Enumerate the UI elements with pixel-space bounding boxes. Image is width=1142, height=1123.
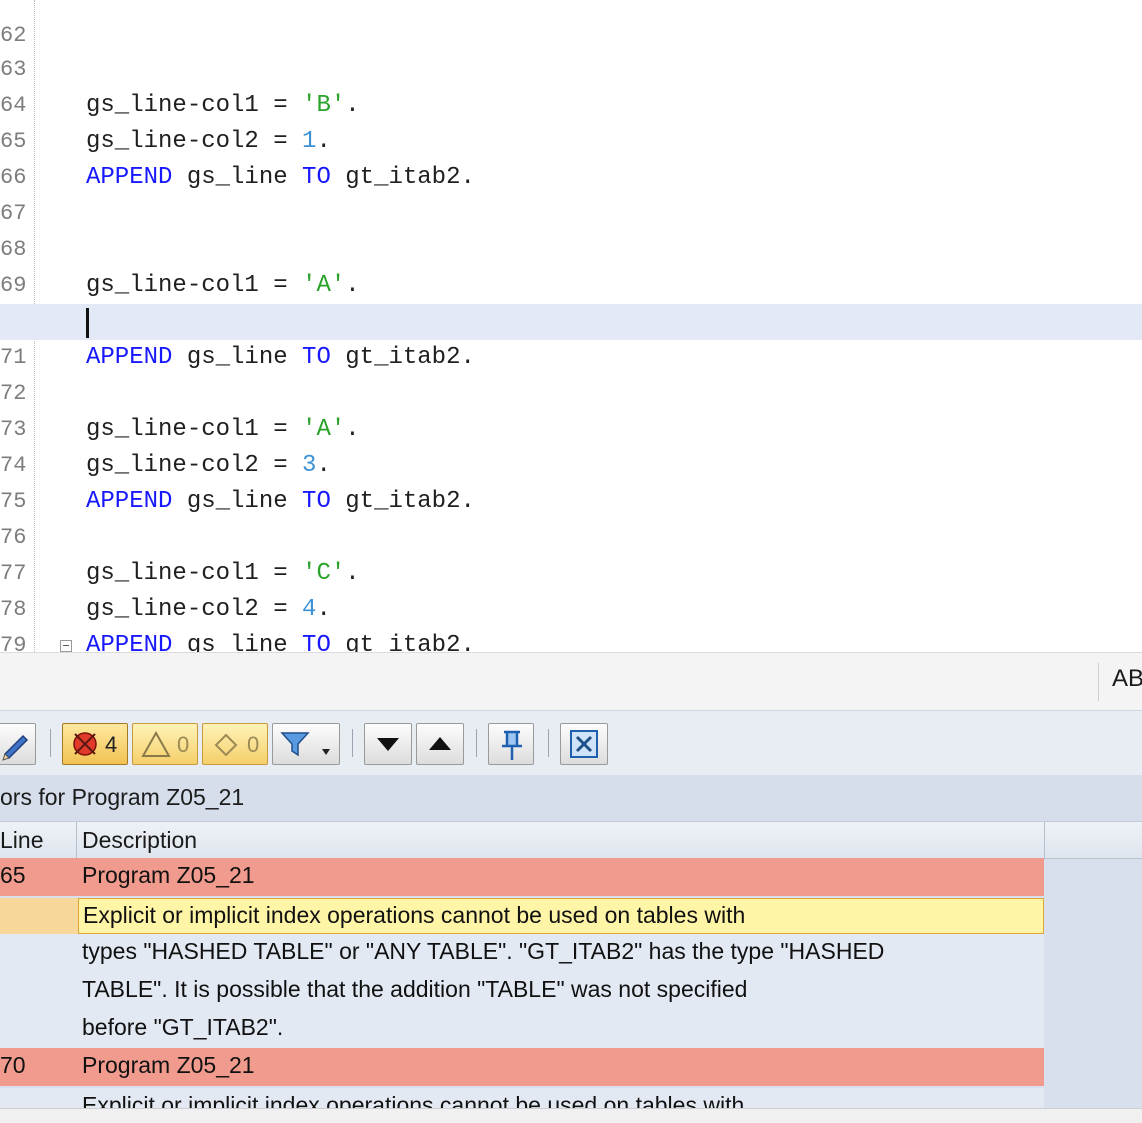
error-list-grid[interactable]: Line Description 65 Program Z05_21 Expli… <box>0 822 1142 1108</box>
error-message-line: before "GT_ITAB2". <box>0 1010 1044 1048</box>
error-message-row[interactable]: Explicit or implicit index operations ca… <box>0 898 1044 936</box>
message-text: Explicit or implicit index operations ca… <box>83 902 746 928</box>
column-header-line[interactable]: Line <box>0 822 43 858</box>
code-line: 74 APPEND gs_line TO gt_itab2. <box>0 412 1142 515</box>
pin-button[interactable] <box>488 723 534 765</box>
error-line-number: 70 <box>0 1052 26 1078</box>
message-text: TABLE". It is possible that the addition… <box>82 976 748 1002</box>
toolbar-separator <box>50 729 51 757</box>
error-filter-icon <box>73 732 97 756</box>
message-text: types "HASHED TABLE" or "ANY TABLE". "GT… <box>82 938 885 964</box>
close-icon <box>570 730 598 758</box>
dropdown-arrow-icon <box>322 749 330 755</box>
error-row[interactable]: 70 Program Z05_21 <box>0 1048 1044 1086</box>
code-line: 80 LOOP AT gt_itab2 INTO gs_line. <box>0 628 1142 652</box>
problems-toolbar: 4 0 0 <box>0 710 1142 776</box>
toolbar-separator <box>352 729 353 757</box>
message-text: before "GT_ITAB2". <box>82 1014 284 1040</box>
info-filter-icon <box>214 733 238 757</box>
error-program: Program Z05_21 <box>82 1052 255 1078</box>
status-separator <box>1098 663 1099 701</box>
code-line: 66 <box>0 124 1142 190</box>
close-panel-button[interactable] <box>560 723 608 765</box>
warning-filter-icon <box>141 730 171 757</box>
toolbar-separator <box>476 729 477 757</box>
code-line: 64 gs_line-col2 = 1. <box>0 52 1142 155</box>
panel-bottom-edge <box>0 1108 1142 1123</box>
toolbar-separator <box>548 729 549 757</box>
previous-message-button[interactable] <box>416 723 464 765</box>
code-line: 73 gs_line-col2 = 3. <box>0 376 1142 479</box>
code-line: 76 gs_line-col1 = 'C'. <box>0 484 1142 587</box>
code-line: 63 gs_line-col1 = 'B'. <box>0 16 1142 119</box>
code-line: 72 gs_line-col1 = 'A'. <box>0 340 1142 443</box>
error-line-number: 65 <box>0 862 26 888</box>
grid-header: Line Description <box>0 822 1142 859</box>
errors-filter-button[interactable]: 4 <box>62 723 128 765</box>
text-caret <box>86 308 89 338</box>
code-line: 69 gs_line-col2 = 2. <box>0 232 1142 335</box>
code-line: 79 <box>0 592 1142 652</box>
selected-message-cell[interactable]: Explicit or implicit index operations ca… <box>78 898 1044 934</box>
error-row[interactable]: 65 Program Z05_21 <box>0 858 1044 896</box>
arrow-up-icon <box>429 737 451 750</box>
column-header-description[interactable]: Description <box>82 822 197 858</box>
edit-button[interactable] <box>0 723 36 765</box>
editor-status-bar: AB <box>0 652 1142 711</box>
error-program: Program Z05_21 <box>82 862 255 888</box>
warnings-filter-button[interactable]: 0 <box>132 723 198 765</box>
error-count: 4 <box>105 732 118 757</box>
filter-dropdown-button[interactable] <box>272 723 340 765</box>
row-marker <box>0 898 78 936</box>
warning-count: 0 <box>177 732 190 757</box>
error-message-line: TABLE". It is possible that the addition… <box>0 972 1044 1010</box>
pin-icon <box>502 730 522 760</box>
error-message-line: types "HASHED TABLE" or "ANY TABLE". "GT… <box>0 934 1044 972</box>
filter-icon <box>280 732 310 757</box>
arrow-down-icon <box>377 738 399 751</box>
code-line: 67 <box>0 160 1142 226</box>
code-line: 78 APPEND gs_line TO gt_itab2. <box>0 556 1142 652</box>
pencil-icon <box>2 734 29 761</box>
code-line: 68 gs_line-col1 = 'A'. <box>0 196 1142 299</box>
info-filter-button[interactable]: 0 <box>202 723 268 765</box>
next-message-button[interactable] <box>364 723 412 765</box>
fold-toggle-icon[interactable] <box>60 640 72 652</box>
results-title: ors for Program Z05_21 <box>0 784 245 810</box>
message-text: Explicit or implicit index operations ca… <box>82 1092 745 1108</box>
code-line: 77 gs_line-col2 = 4. <box>0 520 1142 623</box>
code-line: 70 APPEND gs_line TO gt_itab2. <box>0 268 1142 371</box>
current-code-line[interactable]: 71 <box>0 304 1142 370</box>
column-divider[interactable] <box>76 822 77 858</box>
column-divider[interactable] <box>1044 822 1045 858</box>
error-message-line: Explicit or implicit index operations ca… <box>0 1088 1044 1108</box>
code-line: 65 APPEND gs_line TO gt_itab2. <box>0 88 1142 191</box>
results-title-bar: ors for Program Z05_21 <box>0 775 1142 822</box>
status-mode-label: AB <box>1112 665 1142 692</box>
info-count: 0 <box>247 732 260 757</box>
code-line: 75 <box>0 448 1142 514</box>
code-editor[interactable]: 62 63 gs_line-col1 = 'B'. 64 gs_line-col… <box>0 0 1142 652</box>
